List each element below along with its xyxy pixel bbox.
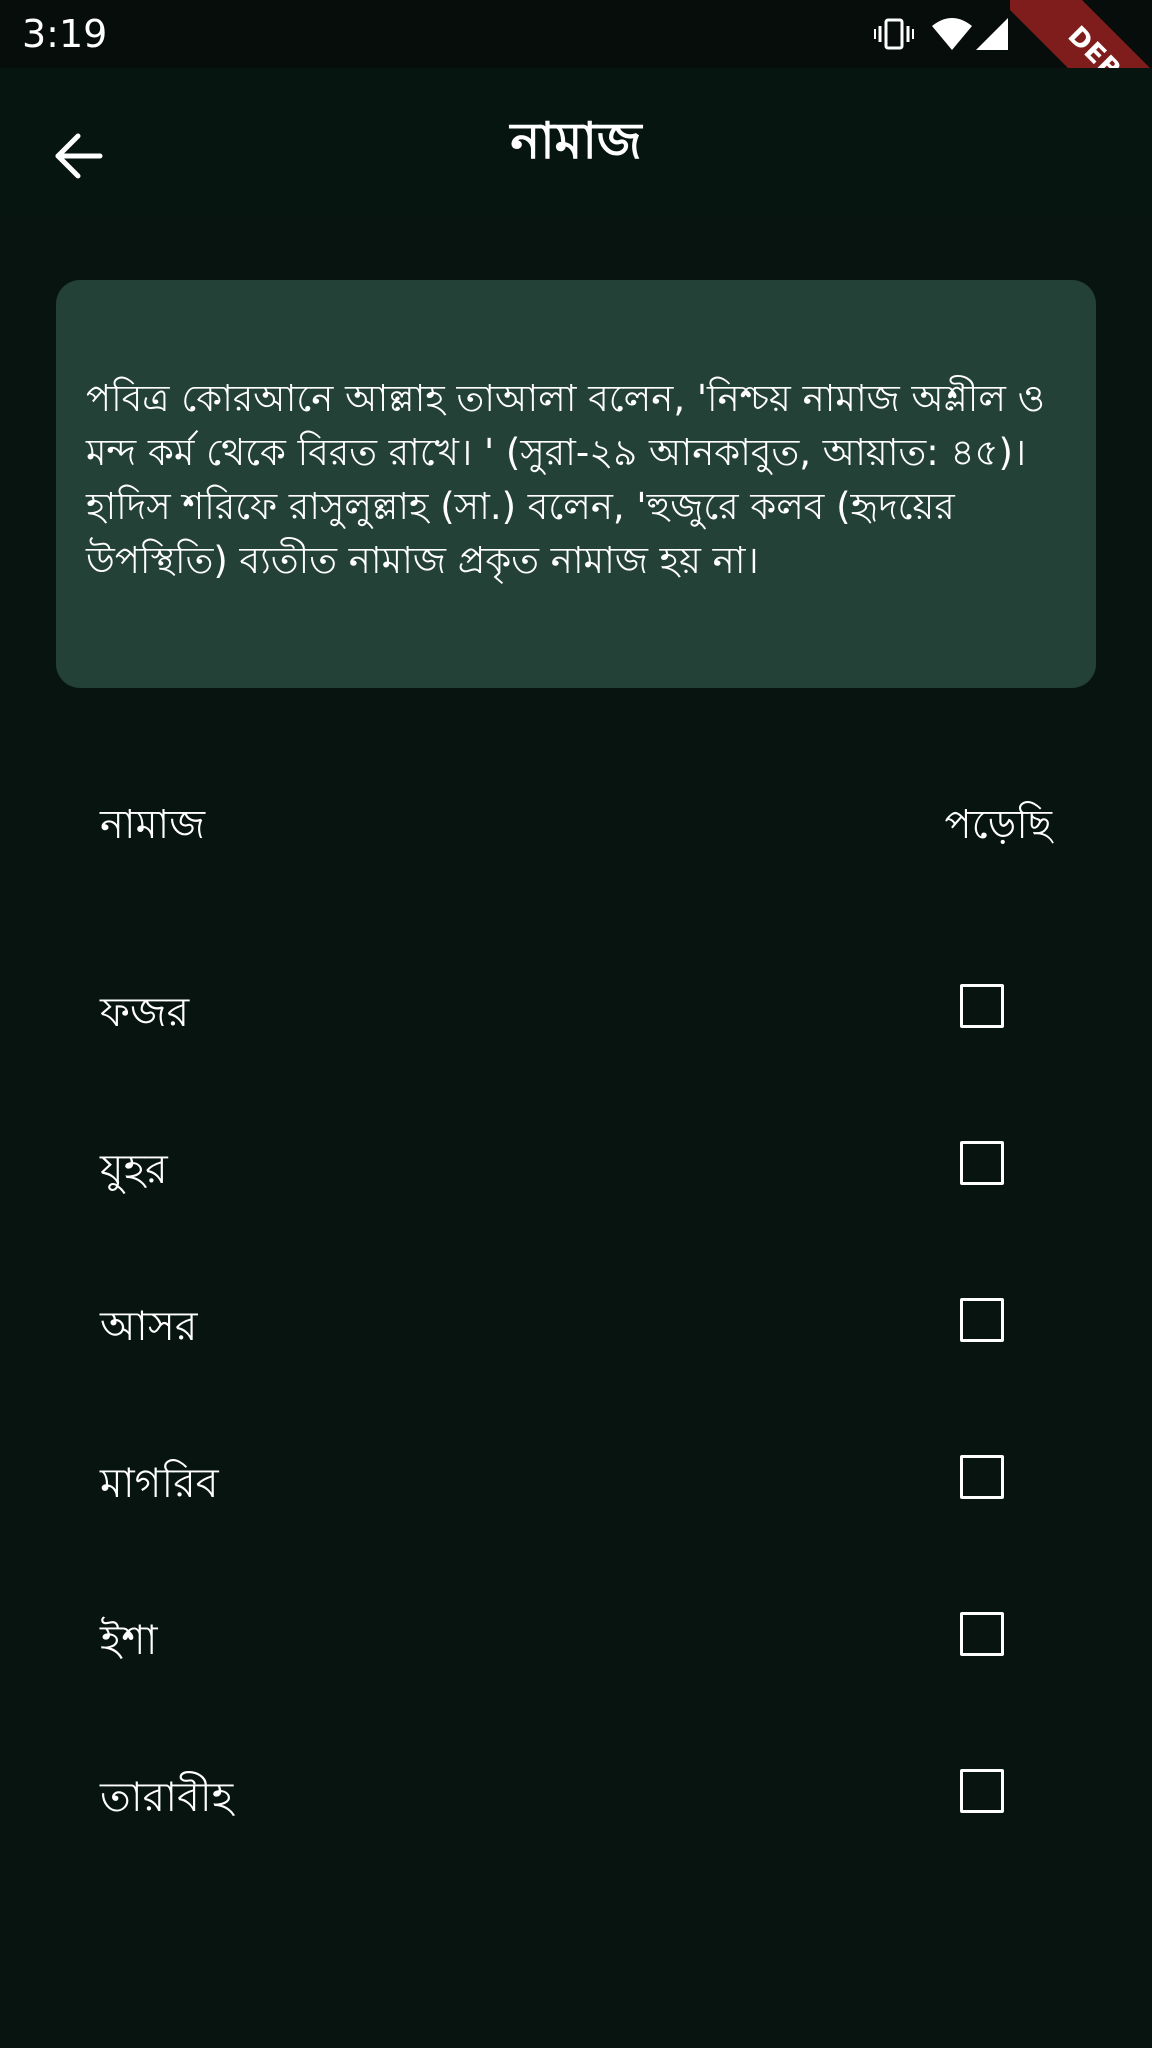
prayer-row-asr: আসর — [0, 1256, 1152, 1413]
prayer-row-fajr: ফজর — [0, 942, 1152, 1099]
table-header: নামাজ পড়েছি — [0, 790, 1152, 860]
prayer-row-maghrib: মাগরিব — [0, 1413, 1152, 1570]
info-card: পবিত্র কোরআনে আল্লাহ তাআলা বলেন, 'নিশ্চয… — [56, 280, 1096, 688]
status-time: 3:19 — [22, 12, 108, 56]
wifi-icon — [932, 18, 972, 50]
prayer-name: মাগরিব — [100, 1459, 219, 1507]
prayer-row-isha: ইশা — [0, 1570, 1152, 1727]
status-bar: 3:19 — [0, 0, 1152, 68]
prayer-name: যুহর — [100, 1145, 168, 1193]
page-title: নামাজ — [510, 112, 642, 170]
header-read: পড়েছি — [944, 802, 1052, 848]
checkbox-isha[interactable] — [960, 1612, 1004, 1656]
checkbox-zuhr[interactable] — [960, 1141, 1004, 1185]
signal-icon — [976, 18, 1008, 50]
prayer-name: তারাবীহ — [100, 1773, 234, 1821]
app-bar: নামাজ — [0, 68, 1152, 218]
checkbox-fajr[interactable] — [960, 984, 1004, 1028]
prayer-row-taraweeh: তারাবীহ — [0, 1727, 1152, 1884]
checkbox-asr[interactable] — [960, 1298, 1004, 1342]
vibrate-icon — [874, 18, 914, 50]
info-card-text: পবিত্র কোরআনে আল্লাহ তাআলা বলেন, 'নিশ্চয… — [86, 377, 1045, 582]
prayer-name: ফজর — [100, 988, 190, 1036]
prayer-row-zuhr: যুহর — [0, 1099, 1152, 1256]
header-prayer: নামাজ — [100, 802, 206, 848]
prayer-list: ফজর যুহর আসর মাগরিব ইশা তারাবীহ — [0, 942, 1152, 1884]
checkbox-taraweeh[interactable] — [960, 1769, 1004, 1813]
checkbox-maghrib[interactable] — [960, 1455, 1004, 1499]
prayer-name: আসর — [100, 1302, 198, 1350]
prayer-name: ইশা — [100, 1616, 158, 1664]
